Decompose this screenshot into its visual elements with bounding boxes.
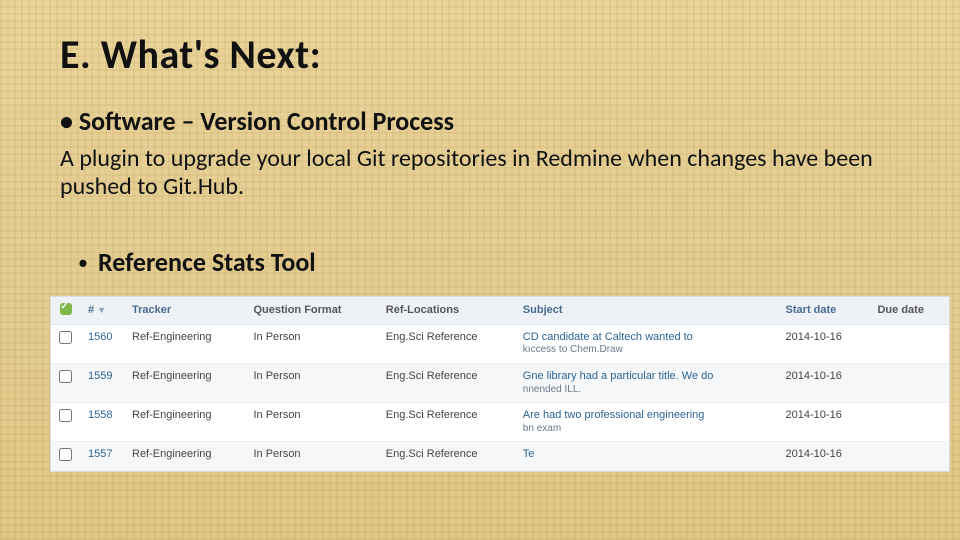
body-text: A plugin to upgrade your local Git repos… [60, 145, 890, 202]
check-all-icon [60, 303, 72, 315]
due-date-cell [869, 324, 949, 363]
bullet2-label: Reference Stats Tool [98, 246, 316, 278]
slide: E. What's Next: • Software – Version Con… [0, 0, 960, 540]
start-date-cell: 2014-10-16 [778, 442, 870, 471]
tracker-cell: Ref-Engineering [124, 442, 245, 471]
header-id-label: # [88, 304, 94, 316]
row-checkbox[interactable] [59, 409, 72, 422]
issue-id-link[interactable]: 1558 [80, 403, 124, 442]
subject-line1: Are had two professional engineering [523, 409, 705, 421]
tracker-cell: Ref-Engineering [124, 363, 245, 402]
start-date-cell: 2014-10-16 [778, 324, 870, 363]
subject-line2: bn exam [523, 423, 770, 436]
subject-link[interactable]: Are had two professional engineering bn e… [515, 403, 778, 442]
due-date-cell [869, 442, 949, 471]
row-checkbox[interactable] [59, 370, 72, 383]
subject-line2: nnended ILL. [523, 384, 770, 397]
subject-line1: Te [523, 448, 535, 460]
header-id[interactable]: #▼ [80, 297, 124, 325]
start-date-cell: 2014-10-16 [778, 403, 870, 442]
bullet-dot-icon: • [78, 251, 88, 275]
header-start-date[interactable]: Start date [778, 297, 870, 325]
tracker-cell: Ref-Engineering [124, 324, 245, 363]
row-checkbox-cell [51, 324, 80, 363]
row-checkbox-cell [51, 363, 80, 402]
table-row: 1559 Ref-Engineering In Person Eng.Sci R… [51, 363, 949, 402]
table-row: 1557 Ref-Engineering In Person Eng.Sci R… [51, 442, 949, 471]
ref-location-cell: Eng.Sci Reference [378, 403, 515, 442]
ref-location-cell: Eng.Sci Reference [378, 324, 515, 363]
subject-line2: kıccess to Chem.Draw [523, 344, 770, 357]
sort-desc-icon: ▼ [97, 305, 106, 315]
table-header-row: #▼ Tracker Question Format Ref-Locations… [51, 297, 949, 325]
header-tracker[interactable]: Tracker [124, 297, 245, 325]
subject-line1: Gne library had a particular title. We d… [523, 370, 714, 382]
subject-link[interactable]: Gne library had a particular title. We d… [515, 363, 778, 402]
tracker-cell: Ref-Engineering [124, 403, 245, 442]
table-row: 1560 Ref-Engineering In Person Eng.Sci R… [51, 324, 949, 363]
slide-title: E. What's Next: [60, 30, 900, 79]
issue-id-link[interactable]: 1560 [80, 324, 124, 363]
ref-location-cell: Eng.Sci Reference [378, 363, 515, 402]
due-date-cell [869, 403, 949, 442]
subject-link[interactable]: CD candidate at Caltech wanted tokıccess… [515, 324, 778, 363]
subject-line1: CD candidate at Caltech wanted to [523, 331, 693, 343]
header-ref-locations[interactable]: Ref-Locations [378, 297, 515, 325]
table-row: 1558 Ref-Engineering In Person Eng.Sci R… [51, 403, 949, 442]
header-due-date[interactable]: Due date [869, 297, 949, 325]
start-date-cell: 2014-10-16 [778, 363, 870, 402]
issue-id-link[interactable]: 1557 [80, 442, 124, 471]
issue-id-link[interactable]: 1559 [80, 363, 124, 402]
subject-link[interactable]: Te [515, 442, 778, 471]
row-checkbox[interactable] [59, 448, 72, 461]
header-subject[interactable]: Subject [515, 297, 778, 325]
question-format-cell: In Person [245, 324, 377, 363]
header-question-format[interactable]: Question Format [245, 297, 377, 325]
question-format-cell: In Person [245, 363, 377, 402]
due-date-cell [869, 363, 949, 402]
bullet-reference-stats-tool: • Reference Stats Tool [78, 246, 900, 278]
row-checkbox[interactable] [59, 331, 72, 344]
question-format-cell: In Person [245, 442, 377, 471]
row-checkbox-cell [51, 442, 80, 471]
question-format-cell: In Person [245, 403, 377, 442]
bullet-software-version-control: • Software – Version Control Process [60, 105, 900, 137]
ref-location-cell: Eng.Sci Reference [378, 442, 515, 471]
header-select-all[interactable] [51, 297, 80, 325]
issues-table: #▼ Tracker Question Format Ref-Locations… [50, 296, 950, 473]
row-checkbox-cell [51, 403, 80, 442]
